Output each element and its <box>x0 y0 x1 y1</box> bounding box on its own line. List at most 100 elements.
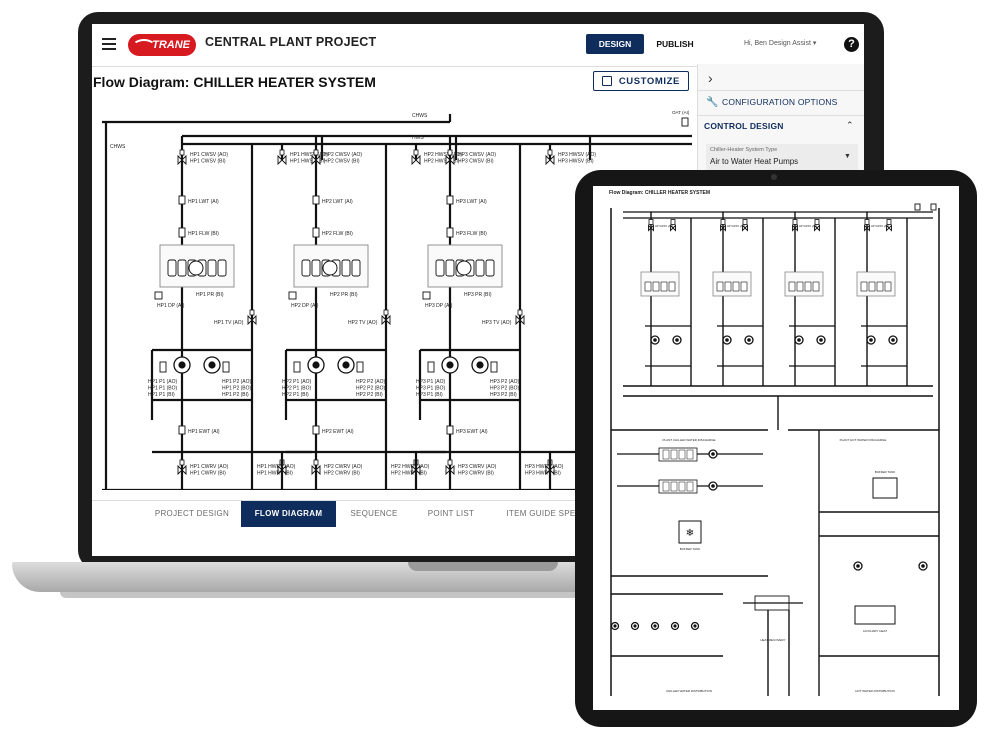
tablet-frame: HP CWSV (AO) HP CWSV (AO) HP CWSV (AO) HP C… <box>575 170 977 727</box>
tab-sequence[interactable]: SEQUENCE <box>342 501 406 527</box>
chevron-right-icon[interactable]: › <box>708 70 713 86</box>
hwrv-label: HP2 HWRV (BI) <box>391 471 427 477</box>
cwrv-label: HP2 CWRV (AO) <box>324 464 363 470</box>
pump-rotor-icon <box>725 338 729 342</box>
app-header: TRANE CENTRAL PLANT PROJECT DESIGN PUBLI… <box>92 24 864 67</box>
tablet-fan-icon <box>732 281 740 292</box>
pump-rotor-icon <box>921 564 925 568</box>
fan-module-icon <box>475 259 485 277</box>
p2-label: HP2 P2 (BO) <box>356 386 386 392</box>
valve-actuator-icon <box>814 219 820 225</box>
valve-actuator-icon <box>742 219 748 225</box>
tablet-fan-icon <box>678 449 686 460</box>
ewt-sensor-icon <box>312 425 320 435</box>
p1-label: HP2 P1 (BO) <box>282 386 312 392</box>
chws-header-label: CHWS <box>412 113 428 119</box>
p1-label: HP1 P1 (BO) <box>148 386 178 392</box>
valve-actuator-icon <box>886 219 892 225</box>
help-icon[interactable]: ? <box>844 37 859 52</box>
configuration-options[interactable]: 🔧 CONFIGURATION OPTIONS <box>698 90 864 116</box>
cwrv-label: HP1 CWRV (BI) <box>190 471 226 477</box>
tablet-buffer-tank-right <box>872 477 898 499</box>
hws-header-label: HWS <box>412 135 424 141</box>
valve-actuator-icon <box>413 149 419 156</box>
flw-label: HP3 FLW (BI) <box>456 231 487 237</box>
customize-button[interactable]: CUSTOMIZE <box>593 71 689 91</box>
pump-rotor-icon <box>891 338 895 342</box>
p1-vfd-icon <box>293 361 301 373</box>
publish-button[interactable]: PUBLISH <box>650 34 700 54</box>
hwsv-label: HP1 HWSV (BI) <box>290 159 326 165</box>
flw-label: HP2 FLW (BI) <box>322 231 353 237</box>
pr-label: HP1 PR (BI) <box>196 292 224 298</box>
cwrv-label: HP2 CWRV (BI) <box>324 471 360 477</box>
tablet-flow-diagram[interactable]: HP CWSV (AO) HP CWSV (AO) HP CWSV (AO) HP C… <box>593 186 959 710</box>
p2-label: HP3 P2 (AO) <box>490 379 520 385</box>
p2-label: HP2 P2 (BI) <box>356 392 383 398</box>
valve-actuator-icon <box>670 219 676 225</box>
chevron-up-icon[interactable]: ⌃ <box>846 120 854 131</box>
design-button[interactable]: DESIGN <box>586 34 644 54</box>
tablet-fan-icon <box>662 481 670 492</box>
tablet-screen: HP CWSV (AO) HP CWSV (AO) HP CWSV (AO) HP C… <box>593 186 959 710</box>
valve-actuator-icon <box>249 309 255 316</box>
lwt-sensor-icon <box>312 195 320 205</box>
tablet-fan-icon <box>686 481 694 492</box>
dp-sensor-icon <box>288 291 297 300</box>
tablet-buffer-tank-left-label: BUFFER TANK <box>680 547 701 551</box>
system-type-select[interactable]: Chiller-Heater System Type Air to Water … <box>706 144 858 171</box>
tablet-fan-icon <box>670 481 678 492</box>
p1-label: HP2 P1 (BI) <box>282 392 309 398</box>
flw-switch-icon <box>312 227 320 238</box>
valve-actuator-icon <box>792 219 798 225</box>
p2-vfd-icon <box>356 361 364 373</box>
p1-label: HP1 P1 (AO) <box>148 379 178 385</box>
p1-label: HP3 P1 (BO) <box>416 386 446 392</box>
pump-rotor-icon <box>653 624 657 628</box>
select-value: Air to Water Heat Pumps <box>710 157 799 166</box>
trane-logo: TRANE <box>128 34 196 56</box>
p2-label: HP1 P2 (BI) <box>222 392 249 398</box>
fan-module-icon <box>485 259 495 277</box>
dp-label: HP2 DP (AI) <box>291 303 319 309</box>
p1-vfd-icon <box>159 361 167 373</box>
tablet-fan-icon <box>868 281 876 292</box>
tablet-heat-recovery-label: HEAT RECOVERY <box>760 638 785 642</box>
tablet-hot-discharge-label: PLANT HOT WATER DISCHARGE <box>840 438 887 442</box>
wrench-icon: 🔧 <box>706 97 719 108</box>
pump-rotor-icon <box>312 361 320 369</box>
tablet-unit-label: HP CWSV (AO) <box>727 224 745 228</box>
page-title: Flow Diagram: CHILLER HEATER SYSTEM <box>93 74 376 90</box>
pump-rotor-icon <box>476 361 484 369</box>
cwrv-label: HP1 CWRV (AO) <box>190 464 229 470</box>
tab-point-list[interactable]: POINT LIST <box>416 501 486 527</box>
user-menu[interactable]: Hi, Ben Design Assist ▾ <box>744 39 816 47</box>
laptop-notch <box>408 562 558 571</box>
tablet-fan-icon <box>670 449 678 460</box>
cwsv-label: HP1 CWSV (BI) <box>190 159 226 165</box>
pump-rotor-icon <box>208 361 216 369</box>
flw-label: HP1 FLW (BI) <box>188 231 219 237</box>
p1-label: HP1 P1 (BI) <box>148 392 175 398</box>
dp-sensor-icon <box>154 291 163 300</box>
menu-icon[interactable] <box>102 38 116 50</box>
ewt-sensor-icon <box>178 425 186 435</box>
p2-vfd-icon <box>490 361 498 373</box>
control-design-heading[interactable]: CONTROL DESIGN <box>704 121 784 131</box>
fan-module-icon <box>341 259 351 277</box>
lwt-sensor-icon <box>178 195 186 205</box>
p2-label: HP1 P2 (BO) <box>222 386 252 392</box>
valve-actuator-icon <box>179 459 185 466</box>
tab-project-design[interactable]: PROJECT DESIGN <box>148 501 236 527</box>
tab-flow-diagram[interactable]: FLOW DIAGRAM <box>241 501 336 527</box>
cwrv-label: HP3 CWRV (AO) <box>458 464 497 470</box>
pump-rotor-icon <box>675 338 679 342</box>
fan-module-icon <box>311 259 321 277</box>
tablet-oat2-icon <box>930 203 937 211</box>
pump-rotor-icon <box>613 624 617 628</box>
pump-rotor-icon <box>819 338 823 342</box>
p1-vfd-icon <box>427 361 435 373</box>
valve-actuator-icon <box>447 149 453 156</box>
ewt-label: HP1 EWT (AI) <box>188 429 220 435</box>
hwrv-label: HP1 HWRV (BI) <box>257 471 293 477</box>
